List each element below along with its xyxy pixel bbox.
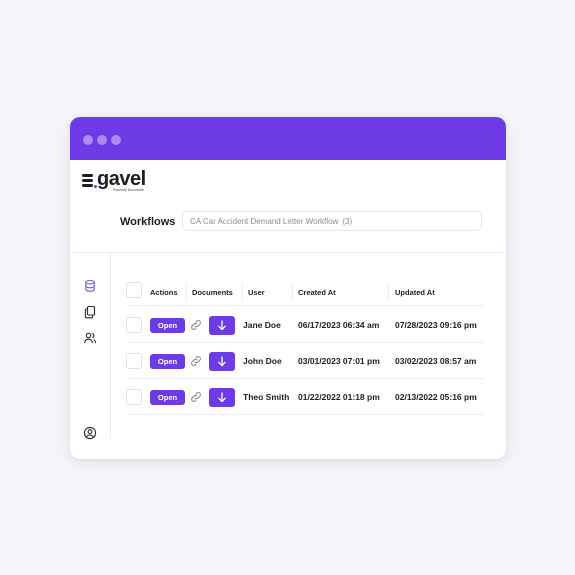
window-minimize-dot[interactable] bbox=[97, 135, 107, 145]
user-cell: Jane Doe bbox=[243, 320, 281, 330]
account-icon[interactable] bbox=[83, 426, 97, 440]
workflows-label: Workflows bbox=[120, 216, 176, 228]
gavel-logo: gavel Formerly Documate bbox=[82, 168, 162, 192]
column-header-created-at: Created At bbox=[298, 288, 336, 297]
arrow-down-icon bbox=[218, 320, 226, 331]
logo-text: gavel bbox=[97, 168, 146, 190]
table-row: Open Jane Doe 06/17/2023 06:34 am 07/28/… bbox=[126, 307, 484, 343]
column-header-actions: Actions bbox=[150, 288, 178, 297]
database-icon[interactable] bbox=[83, 279, 97, 293]
window-close-dot[interactable] bbox=[83, 135, 93, 145]
users-icon[interactable] bbox=[83, 331, 97, 345]
column-separator bbox=[388, 283, 389, 301]
column-separator bbox=[292, 283, 293, 301]
select-all-checkbox[interactable] bbox=[126, 282, 142, 298]
updated-at-cell: 07/28/2023 09:16 pm bbox=[395, 320, 477, 330]
arrow-down-icon bbox=[218, 392, 226, 403]
column-header-updated-at: Updated At bbox=[395, 288, 435, 297]
created-at-cell: 03/01/2023 07:01 pm bbox=[298, 356, 380, 366]
table-row: Open Theo Smith 01/22/2022 01:18 pm 02/1… bbox=[126, 379, 484, 415]
download-button[interactable] bbox=[209, 388, 235, 407]
sidebar-divider bbox=[110, 253, 111, 439]
updated-at-cell: 02/13/2022 05:16 pm bbox=[395, 392, 477, 402]
logo-tagline: Formerly Documate bbox=[113, 188, 144, 192]
download-button[interactable] bbox=[209, 316, 235, 335]
open-button[interactable]: Open bbox=[150, 354, 185, 369]
open-button[interactable]: Open bbox=[150, 390, 185, 405]
workflow-select-value: CA Car Accident Demand Letter Workflow bbox=[190, 217, 339, 226]
window-maximize-dot[interactable] bbox=[111, 135, 121, 145]
header-divider bbox=[70, 252, 506, 253]
row-checkbox[interactable] bbox=[126, 317, 142, 333]
updated-at-cell: 03/02/2023 08:57 am bbox=[395, 356, 477, 366]
table-row: Open John Doe 03/01/2023 07:01 pm 03/02/… bbox=[126, 343, 484, 379]
row-checkbox[interactable] bbox=[126, 353, 142, 369]
user-cell: Theo Smith bbox=[243, 392, 290, 402]
app-window: gavel Formerly Documate Workflows CA Car… bbox=[70, 117, 506, 459]
logo-mark-icon bbox=[82, 174, 94, 188]
workflow-select[interactable]: CA Car Accident Demand Letter Workflow (3… bbox=[182, 211, 482, 231]
column-separator bbox=[186, 283, 187, 301]
created-at-cell: 01/22/2022 01:18 pm bbox=[298, 392, 380, 402]
row-checkbox[interactable] bbox=[126, 389, 142, 405]
download-button[interactable] bbox=[209, 352, 235, 371]
link-icon[interactable] bbox=[190, 355, 202, 367]
documents-icon[interactable] bbox=[83, 305, 97, 319]
arrow-down-icon bbox=[218, 356, 226, 367]
workflow-count: (3) bbox=[342, 217, 353, 226]
background: gavel Formerly Documate Workflows CA Car… bbox=[0, 0, 575, 575]
link-icon[interactable] bbox=[190, 391, 202, 403]
user-cell: John Doe bbox=[243, 356, 282, 366]
window-titlebar bbox=[70, 117, 506, 160]
column-separator bbox=[242, 283, 243, 301]
column-header-user: User bbox=[248, 288, 265, 297]
created-at-cell: 06/17/2023 06:34 am bbox=[298, 320, 380, 330]
table-header: Actions Documents User Created At Update… bbox=[126, 279, 484, 306]
column-header-documents: Documents bbox=[192, 288, 233, 297]
link-icon[interactable] bbox=[190, 319, 202, 331]
open-button[interactable]: Open bbox=[150, 318, 185, 333]
